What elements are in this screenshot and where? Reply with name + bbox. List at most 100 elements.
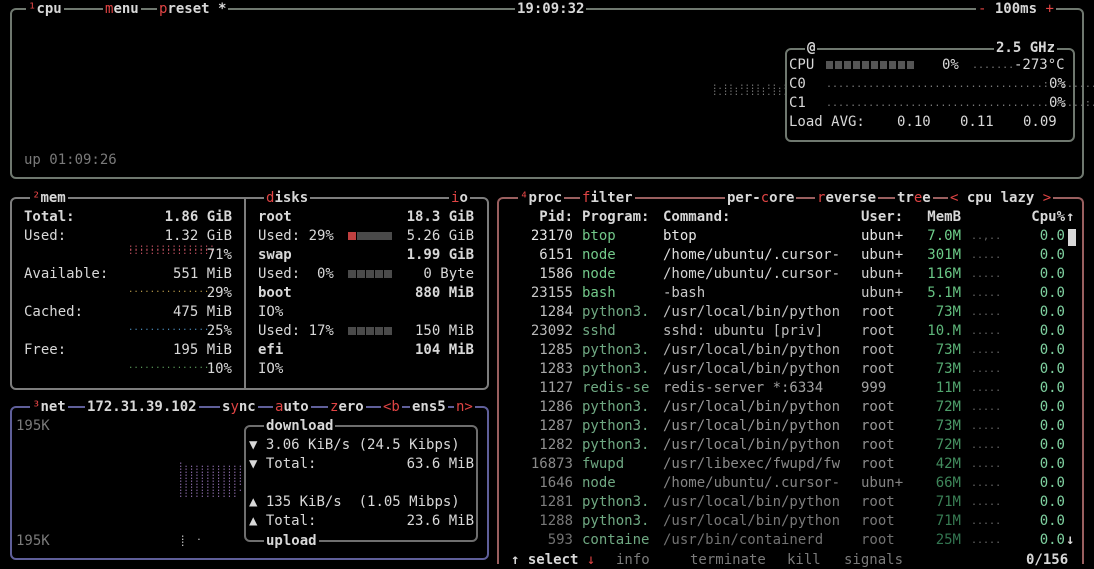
mem-available: 551 MiB: [172, 266, 232, 282]
col-pid[interactable]: Pid:: [505, 208, 573, 227]
table-row[interactable]: 1284 python3. /usr/local/bin/python root 73M…: [505, 303, 1065, 322]
proc-user: root: [861, 456, 895, 472]
table-row[interactable]: 23170 btop btop ubun+ 7.0M 0.0..,..: [505, 227, 1065, 246]
net-download-graph: :...........::::::::::::::::::::::::::::…: [178, 460, 244, 500]
down-arrow-icon: ▼: [249, 456, 258, 472]
proc-cpu: 0.0: [1039, 456, 1065, 472]
table-row[interactable]: 593 containe/usr/bin/containerd root 25M 0.0…: [505, 531, 1065, 550]
table-row[interactable]: 1646 node/home/ubuntu/.cursor-ubun+ 66M 0.0…: [505, 474, 1065, 493]
proc-cpu-graph: .....: [971, 326, 1002, 337]
proc-cpu: 0.0: [1039, 475, 1065, 491]
proc-cpu-graph: .....: [971, 535, 1002, 546]
col-user[interactable]: User:: [861, 208, 903, 227]
proc-command: /usr/local/bin/python: [663, 494, 841, 510]
net-auto-toggle[interactable]: auto: [273, 398, 311, 416]
proc-cpu-graph: .....: [971, 345, 1002, 356]
col-program[interactable]: Program:: [582, 208, 649, 227]
proc-kill-button[interactable]: kill: [785, 551, 823, 569]
proc-pid: 1127: [539, 380, 573, 396]
table-row[interactable]: 6151 node/home/ubuntu/.cursor-ubun+ 301M 0.…: [505, 246, 1065, 265]
disk-root-used-label: Used: 29%: [258, 228, 334, 244]
cpu-total-meter: [826, 61, 914, 69]
table-row[interactable]: 23155 bash -bash ubun+ 5.1M 0.0.....: [505, 284, 1065, 303]
scroll-down-icon[interactable]: ↓: [1066, 531, 1074, 550]
net-next-iface-button[interactable]: n>: [454, 398, 475, 416]
net-title[interactable]: ³net: [30, 398, 68, 416]
proc-mem: 116M: [927, 266, 961, 282]
mem-title[interactable]: ²mem: [30, 189, 68, 207]
proc-cpu-graph: .....: [971, 307, 1002, 318]
cpu-mini-graph: :.::.::::.::.::.:::.::::.::.: [712, 82, 788, 98]
sort-next-icon[interactable]: >: [1043, 190, 1051, 206]
proc-info-button[interactable]: info: [614, 551, 652, 569]
net-zero-toggle[interactable]: zero: [328, 398, 366, 416]
disk-efi-label: efi: [258, 342, 284, 358]
interval-control[interactable]: - 100ms +: [976, 0, 1056, 18]
net-ul-total: ▲ Total:: [249, 513, 317, 529]
table-row[interactable]: 1286 python3. /usr/local/bin/python root 72M…: [505, 398, 1065, 417]
io-toggle[interactable]: io: [449, 189, 470, 207]
mem-available-pct: 29%: [206, 285, 232, 301]
proc-mem: 72M: [935, 399, 961, 415]
table-row[interactable]: 1287 python3. /usr/local/bin/python root 73M…: [505, 417, 1065, 436]
proc-mem: 71M: [935, 494, 961, 510]
proc-pid: 6151: [539, 247, 573, 263]
disk-swap-used: 0 Byte: [423, 266, 474, 282]
proc-program: python3.: [582, 418, 650, 434]
proc-command: sshd: ubuntu [priv]: [663, 323, 824, 339]
proc-select[interactable]: ↑ select ↓: [509, 551, 598, 569]
proc-title[interactable]: ⁴proc: [518, 189, 565, 207]
col-command[interactable]: Command:: [663, 208, 730, 227]
proc-mem: 11M: [935, 380, 961, 396]
proc-terminate-button[interactable]: terminate: [688, 551, 768, 569]
proc-scrollbar[interactable]: [1068, 229, 1076, 246]
col-cpu[interactable]: Cpu%: [1015, 208, 1065, 227]
disk-boot-meter: [348, 327, 392, 335]
col-mem[interactable]: MemB: [915, 208, 961, 227]
interval-decrease-button[interactable]: -: [978, 1, 986, 17]
table-row[interactable]: 1127 redis-se redis-server *:6334 999 11M 0.0…: [505, 379, 1065, 398]
uptime: up 01:09:26: [24, 152, 117, 168]
proc-cpu: 0.0: [1039, 304, 1065, 320]
table-row[interactable]: 1282 python3. /usr/local/bin/python root 72M…: [505, 436, 1065, 455]
proc-filter-button[interactable]: filter: [580, 189, 635, 207]
disks-title[interactable]: disks: [264, 189, 311, 207]
table-row[interactable]: 16873 fwupd/usr/libexec/fwupd/fw root 42M 0.…: [505, 455, 1065, 474]
net-sync-toggle[interactable]: sync: [220, 398, 258, 416]
proc-program: python3.: [582, 342, 650, 358]
net-ul-rate: ▲ 135 KiB/s (1.05 Mibps): [249, 494, 460, 510]
proc-cpu: 0.0: [1039, 513, 1065, 529]
proc-mem: 42M: [935, 456, 961, 472]
proc-user: root: [861, 494, 895, 510]
table-row[interactable]: 1283 python3. /usr/local/bin/python root 73M…: [505, 360, 1065, 379]
table-row[interactable]: 1285 python3. /usr/local/bin/python root 73M…: [505, 341, 1065, 360]
table-row[interactable]: 1586 node/home/ubuntu/.cursor-ubun+ 116M 0.…: [505, 265, 1065, 284]
up-arrow-icon: ▲: [249, 513, 258, 529]
proc-percore-toggle[interactable]: per-core: [725, 189, 797, 207]
table-row[interactable]: 23092 sshd sshd: ubuntu [priv] root 10.M 0.0.…: [505, 322, 1065, 341]
proc-user: root: [861, 399, 895, 415]
proc-signals-button[interactable]: signals: [842, 551, 906, 569]
table-row[interactable]: 1281 python3. /usr/local/bin/python root 71M…: [505, 493, 1065, 512]
proc-pid: 23155: [530, 285, 573, 301]
proc-command: /home/ubuntu/.cursor-: [663, 475, 841, 491]
proc-sort-selector[interactable]: < cpu lazy >: [948, 189, 1054, 207]
net-prev-iface-button[interactable]: <b: [381, 398, 402, 416]
scroll-up-icon[interactable]: ↑: [1066, 208, 1074, 227]
proc-program: bash: [582, 285, 616, 301]
proc-user: ubun+: [861, 247, 904, 263]
freq-label: @: [805, 39, 818, 57]
interval-increase-button[interactable]: +: [1045, 1, 1053, 17]
proc-cpu: 0.0: [1039, 285, 1065, 301]
mem-free-pct: 10%: [206, 361, 232, 377]
sort-prev-icon[interactable]: <: [950, 190, 958, 206]
preset-button[interactable]: preset *: [157, 0, 229, 18]
proc-pid: 1286: [539, 399, 573, 415]
cpu-title[interactable]: ¹cpu: [26, 0, 64, 18]
proc-cpu-graph: .....: [971, 250, 1002, 261]
proc-tree-toggle[interactable]: tree: [895, 189, 933, 207]
table-row[interactable]: 1288 python3. /usr/local/bin/python root 71M…: [505, 512, 1065, 531]
proc-reverse-toggle[interactable]: reverse: [815, 189, 879, 207]
proc-command: /usr/local/bin/python: [663, 361, 841, 377]
menu-button[interactable]: menu: [103, 0, 141, 18]
